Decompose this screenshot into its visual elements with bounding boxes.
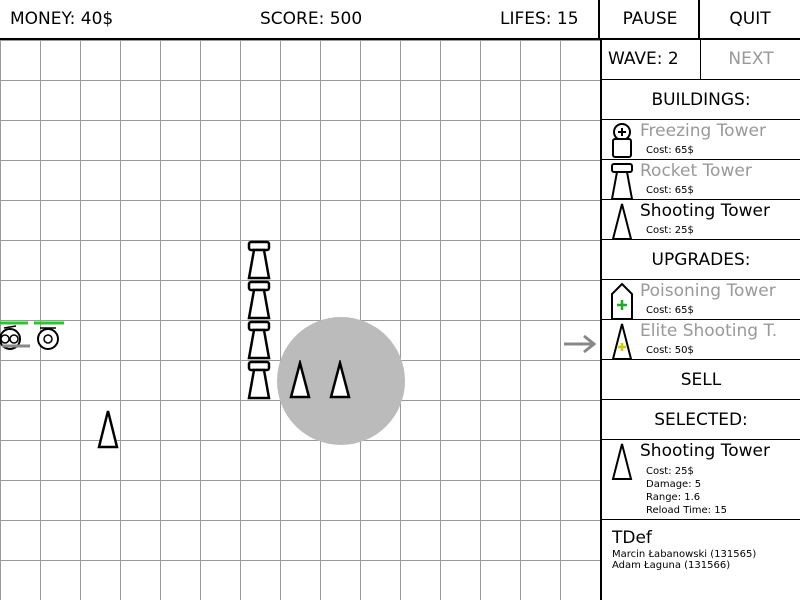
credits-title: TDef [612, 528, 652, 548]
score-label: SCORE: 500 [260, 9, 363, 29]
selected-cost: Cost: 25$ [646, 466, 694, 477]
enemy-group [0, 321, 64, 350]
next-wave-button[interactable]: NEXT [700, 40, 800, 79]
selected-header: SELECTED: [602, 400, 800, 440]
quit-button[interactable]: QUIT [698, 0, 800, 40]
rocket-tower-column[interactable] [245, 240, 275, 400]
elite-shooting-tower-icon [611, 323, 633, 360]
selected-info: Shooting Tower Cost: 25$ Damage: 5 Range… [602, 440, 800, 520]
shooting-tower[interactable] [288, 360, 312, 400]
money-label: MONEY: 40$ [10, 9, 114, 29]
building-cost: Cost: 65$ [646, 145, 694, 156]
selected-range: Range: 1.6 [646, 492, 701, 503]
shooting-tower-icon [611, 443, 633, 480]
wave-label: WAVE: 2 [608, 49, 679, 69]
upgrade-poisoning-tower[interactable]: Poisoning Tower Cost: 65$ [602, 280, 800, 320]
build-shooting-tower[interactable]: Shooting Tower Cost: 25$ [602, 200, 800, 240]
rocket-tower-icon [610, 163, 634, 200]
upgrade-cost: Cost: 65$ [646, 305, 694, 316]
pause-button[interactable]: PAUSE [598, 0, 700, 40]
status-bar: MONEY: 40$ SCORE: 500 LIFES: 15 [0, 0, 600, 40]
upgrades-header: UPGRADES: [602, 240, 800, 280]
path-exit-arrow-icon [564, 334, 597, 354]
credits-author: Marcin Łabanowski (131565) [612, 549, 757, 560]
upgrade-cost: Cost: 50$ [646, 345, 694, 356]
selected-damage: Damage: 5 [646, 479, 702, 490]
selected-reload: Reload Time: 15 [646, 505, 727, 516]
sell-button[interactable]: SELL [602, 360, 800, 400]
credits: TDef Marcin Łabanowski (131565) Adam Łag… [612, 528, 756, 571]
build-rocket-tower[interactable]: Rocket Tower Cost: 65$ [602, 160, 800, 200]
upgrade-name: Poisoning Tower [640, 281, 776, 301]
buildings-header: BUILDINGS: [602, 80, 800, 120]
building-cost: Cost: 65$ [646, 185, 694, 196]
building-cost: Cost: 25$ [646, 225, 694, 236]
game-map[interactable] [0, 40, 600, 600]
building-name: Freezing Tower [640, 121, 766, 141]
lives-label: LIFES: 15 [500, 9, 579, 29]
shooting-tower-icon [611, 203, 633, 240]
freezing-tower-icon [612, 123, 632, 158]
selected-name: Shooting Tower [640, 441, 770, 461]
building-name: Rocket Tower [640, 161, 752, 181]
shooting-tower-selected[interactable] [328, 360, 352, 400]
credits-author: Adam Łaguna (131566) [612, 560, 731, 571]
poisoning-tower-icon [611, 282, 633, 320]
build-freezing-tower[interactable]: Freezing Tower Cost: 65$ [602, 120, 800, 160]
selected-stats: Cost: 25$ Damage: 5 Range: 1.6 Reload Ti… [646, 465, 727, 517]
shooting-tower[interactable] [96, 408, 120, 450]
upgrade-name: Elite Shooting T. [640, 321, 778, 341]
building-name: Shooting Tower [640, 201, 770, 221]
upgrade-elite-shooting-tower[interactable]: Elite Shooting T. Cost: 50$ [602, 320, 800, 360]
side-panel: WAVE: 2 NEXT BUILDINGS: Freezing Tower C… [600, 40, 800, 600]
wave-row: WAVE: 2 NEXT [602, 40, 800, 80]
